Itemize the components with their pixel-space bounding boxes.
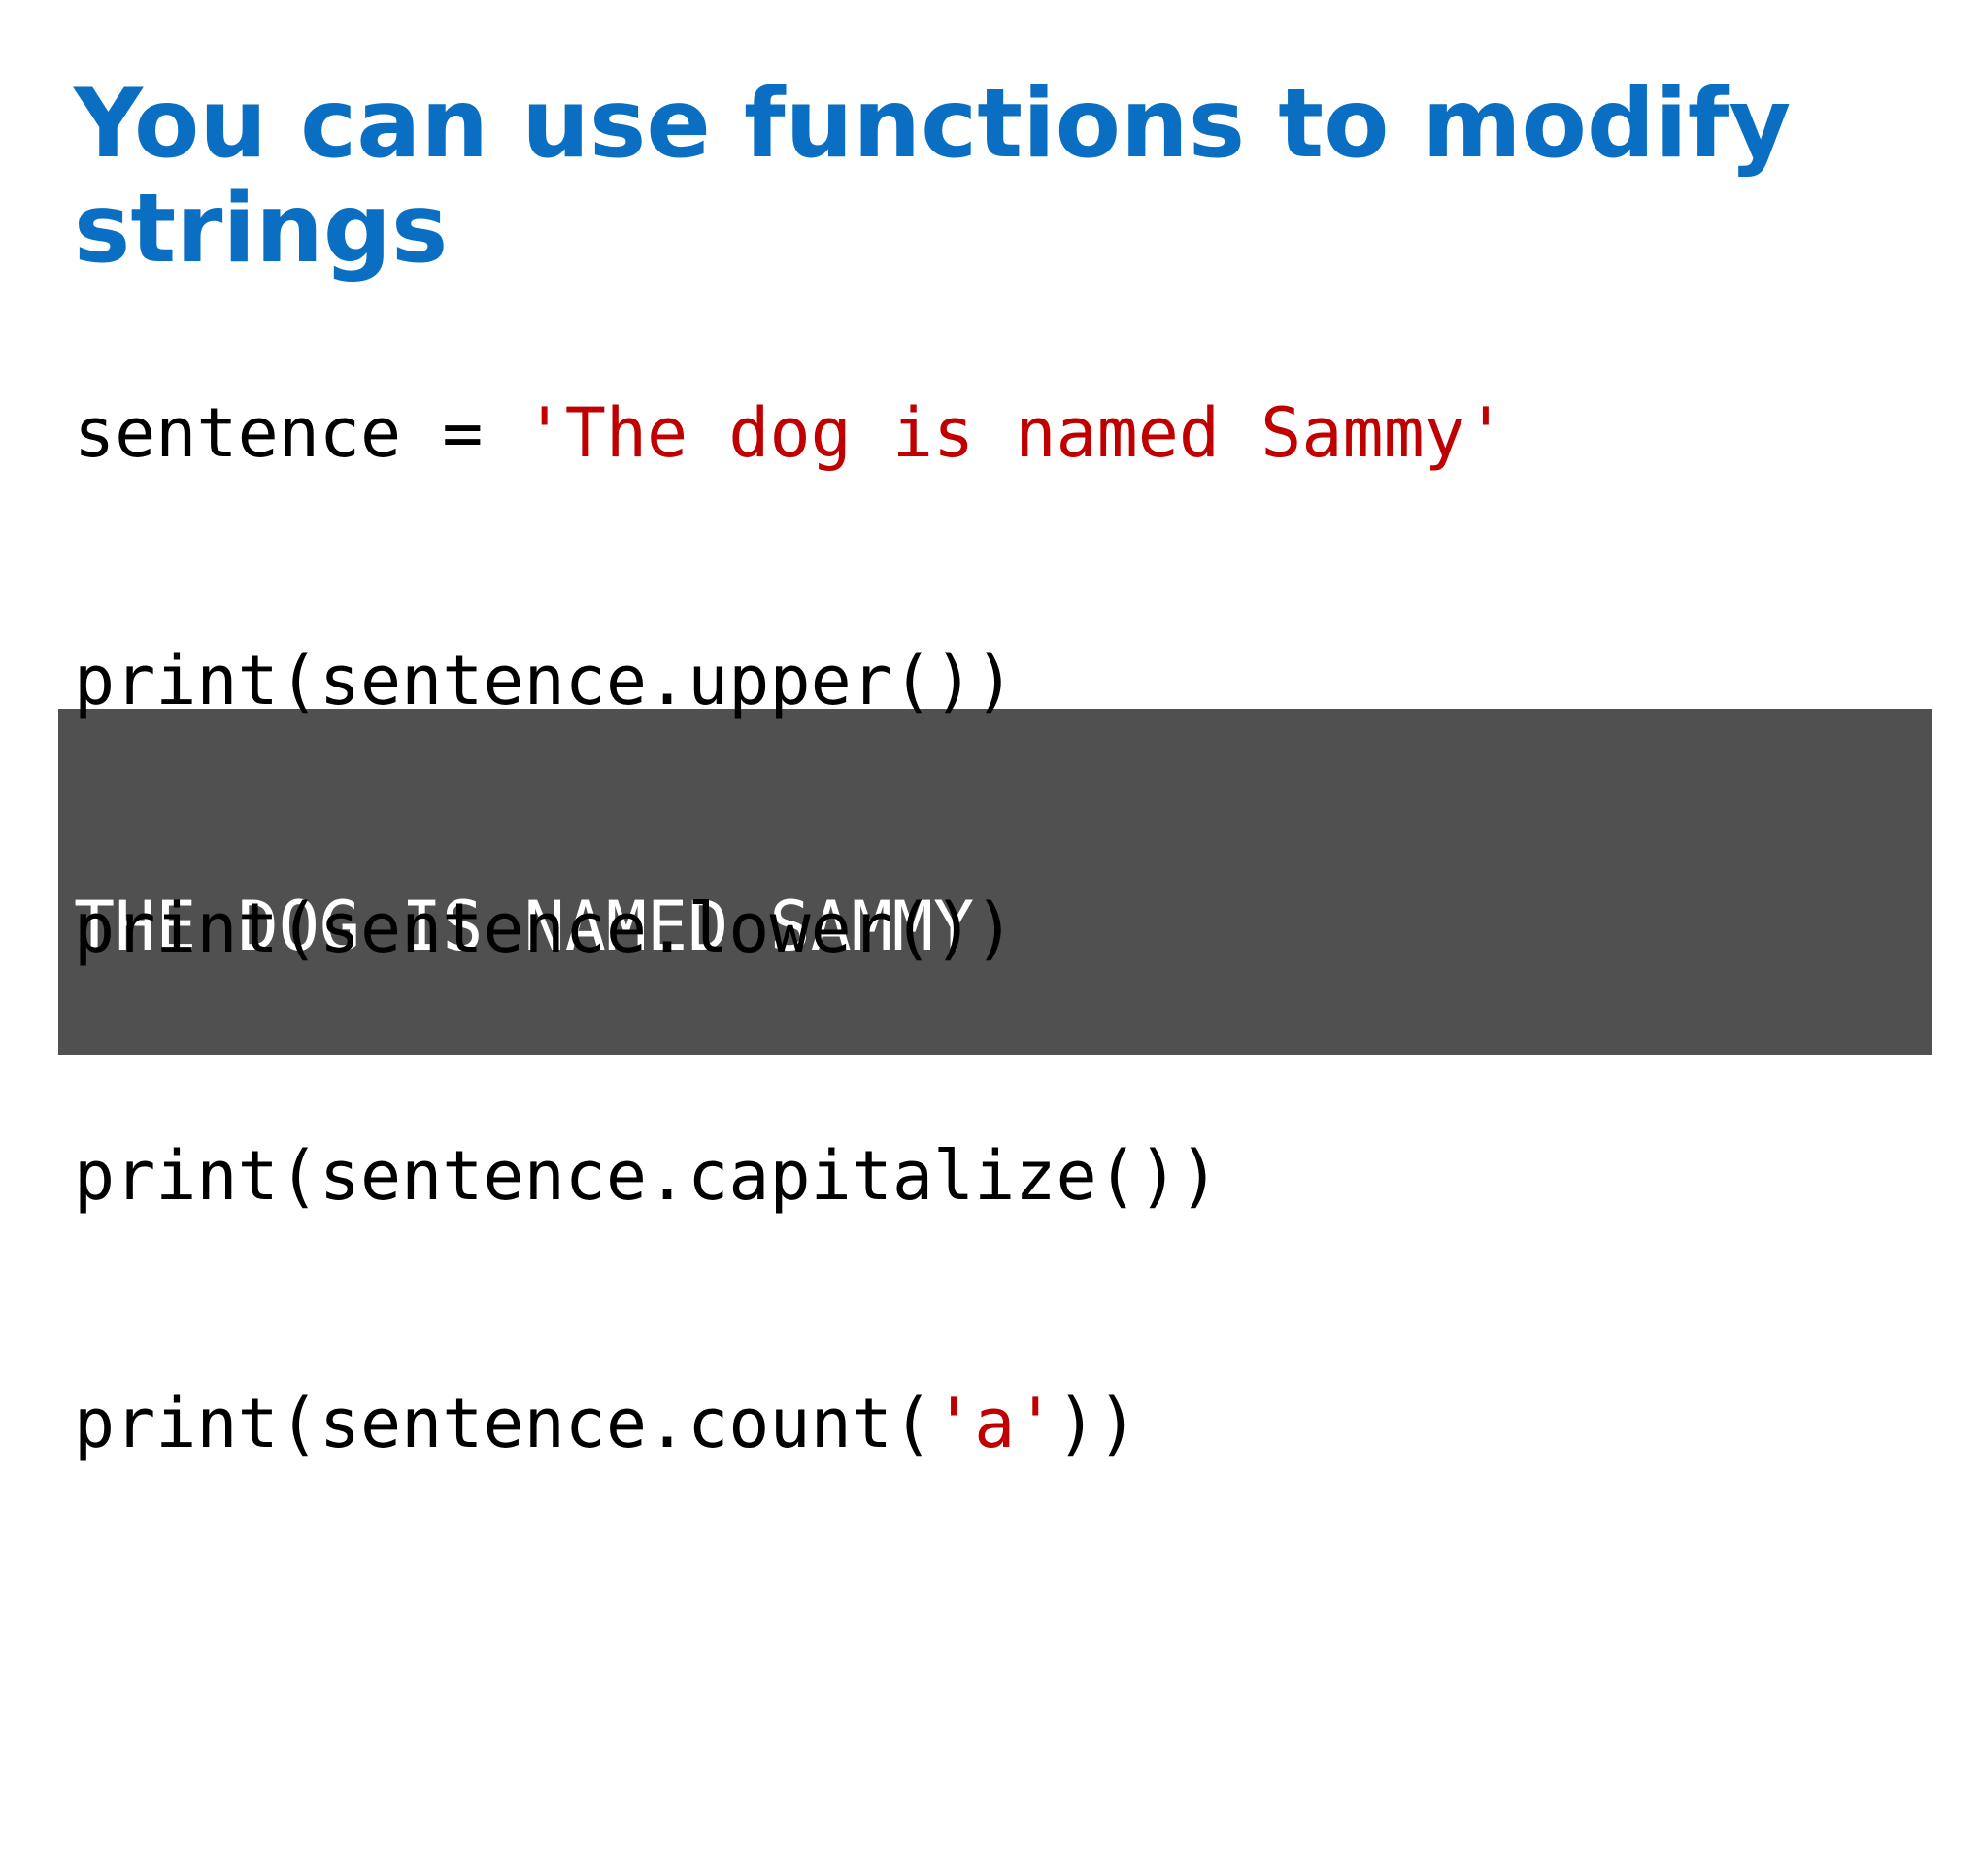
code-line: print(sentence.count('a')) [74, 1383, 1506, 1465]
output-line: 2 [74, 1629, 116, 1709]
slide: You can use functions to modify strings … [0, 0, 1981, 1709]
code-text: )) [1056, 1384, 1138, 1463]
string-literal: 'a' [933, 1384, 1057, 1463]
code-line: sentence = 'The dog is named Sammy' [74, 392, 1506, 475]
code-text: sentence = [74, 393, 524, 473]
code-text: print(sentence.count( [74, 1384, 934, 1463]
code-line: print(sentence.upper()) [74, 641, 1016, 720]
string-literal: 'The dog is named Sammy' [523, 393, 1507, 473]
code-line: print(sentence.capitalize()) [74, 1136, 1221, 1216]
code-block: sentence = 'The dog is named Sammy' prin… [74, 227, 1506, 1630]
code-line: print(sentence.lower()) [74, 888, 1016, 968]
